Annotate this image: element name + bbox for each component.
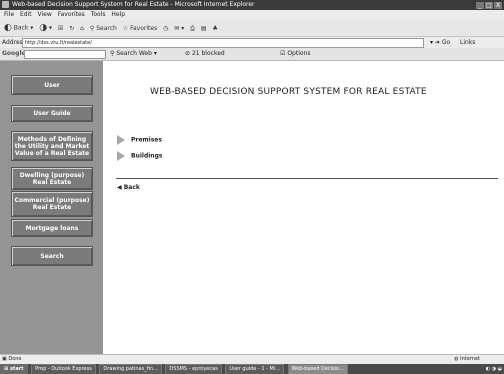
options-button[interactable]: ☑ Options <box>280 48 310 60</box>
sidebar-item-user-guide[interactable]: User Guide <box>11 105 93 122</box>
divider <box>116 178 498 179</box>
google-search-input[interactable] <box>24 50 106 59</box>
search-icon: ⚲ <box>110 50 115 57</box>
taskbar-item-drawing[interactable]: Drawing patinas_fin... <box>99 364 162 374</box>
sidebar-item-search[interactable]: Search <box>11 246 93 266</box>
ie-icon <box>2 1 9 8</box>
arrow-right-icon <box>117 151 125 161</box>
arrow-right-icon <box>117 135 125 145</box>
sidebar-item-dwelling[interactable]: Dwelling (purpose) Real Estate <box>11 167 93 190</box>
back-button[interactable]: ◐ Back ▾ <box>4 20 33 37</box>
sidebar: User User Guide Methods of Defining the … <box>0 61 103 354</box>
sidebar-item-commercial[interactable]: Commercial (purpose) Real Estate <box>11 191 93 217</box>
menu-file[interactable]: File <box>4 11 14 18</box>
maximize-button[interactable]: □ <box>485 2 493 9</box>
page-icon: ▣ <box>2 356 7 362</box>
menu-edit[interactable]: Edit <box>20 11 32 18</box>
status-bar: ▣ Done ◍ Internet <box>0 354 504 364</box>
menu-tools[interactable]: Tools <box>91 11 106 18</box>
menu-help[interactable]: Help <box>111 11 125 18</box>
search-web-button[interactable]: ⚲ Search Web ▾ <box>110 48 157 60</box>
forward-button[interactable]: ◑ ▾ <box>39 20 52 37</box>
back-arrow-icon: ◀ <box>117 184 122 191</box>
menu-bar: File Edit View Favorites Tools Help <box>0 10 504 20</box>
popup-blocker-button[interactable]: ⊘ 21 blocked <box>185 48 225 60</box>
address-bar: Address http://dss.vtu.lt/realestate/ ▾ … <box>0 37 504 48</box>
go-arrow-icon: ➜ <box>434 39 440 46</box>
zone-indicator: ◍ Internet <box>454 356 480 362</box>
messenger-icon[interactable]: ♣ <box>213 21 218 37</box>
print-icon[interactable]: ⎙ <box>190 21 195 37</box>
back-link[interactable]: ◀ Back <box>117 184 140 191</box>
menu-favorites[interactable]: Favorites <box>58 11 85 18</box>
page-title: WEB-BASED DECISION SUPPORT SYSTEM FOR RE… <box>150 87 427 97</box>
links-button[interactable]: Links <box>460 37 475 48</box>
taskbar-item-web-based[interactable]: Web-based Decisio... <box>287 364 348 374</box>
close-button[interactable]: X <box>494 2 502 9</box>
window-titlebar: Web-based Decision Support System for Re… <box>0 0 504 10</box>
search-button[interactable]: ⚲ Search <box>90 21 117 37</box>
taskbar-item-outlook[interactable]: Prop - Outlook Express <box>31 364 96 374</box>
sidebar-item-methods[interactable]: Methods of Defining the Utility and Mark… <box>11 131 93 161</box>
blocked-icon: ⊘ <box>185 50 191 57</box>
window-title: Web-based Decision Support System for Re… <box>12 1 255 8</box>
edit-icon[interactable]: ▤ <box>201 21 207 37</box>
taskbar-item-user-guide[interactable]: User guide - 1 - Mi... <box>225 364 284 374</box>
standard-toolbar: ◐ Back ▾ ◑ ▾ ☒ ↻ ⌂ ⚲ Search ☆ Favorites … <box>0 20 504 37</box>
go-button[interactable]: ▾ ➜ Go <box>430 37 450 48</box>
favorites-button[interactable]: ☆ Favorites <box>123 21 157 37</box>
star-icon: ☆ <box>122 24 129 32</box>
google-toolbar: Google ⚲ Search Web ▾ ⊘ 21 blocked ☑ Opt… <box>0 48 504 61</box>
forward-arrow-icon: ◑ <box>39 23 48 33</box>
minimize-button[interactable]: _ <box>476 2 484 9</box>
globe-icon: ◍ <box>454 356 459 362</box>
sidebar-item-user[interactable]: User <box>11 75 93 95</box>
home-icon[interactable]: ⌂ <box>80 21 84 37</box>
buildings-link[interactable]: Buildings <box>117 151 162 161</box>
refresh-icon[interactable]: ↻ <box>69 21 74 37</box>
search-icon: ⚲ <box>89 24 95 32</box>
taskbar-item-dssms[interactable]: DSSMS - eproyecas <box>165 364 222 374</box>
tray-icons: ◐ ◑ ◒ <box>485 366 502 372</box>
taskbar: ⊞ start Prop - Outlook Express Drawing p… <box>0 364 504 374</box>
back-arrow-icon: ◐ <box>4 23 12 33</box>
menu-view[interactable]: View <box>38 11 52 18</box>
status-text: ▣ Done <box>2 356 22 362</box>
windows-logo-icon: ⊞ <box>4 366 9 372</box>
address-input[interactable]: http://dss.vtu.lt/realestate/ <box>22 38 424 48</box>
start-button[interactable]: ⊞ start <box>0 364 28 374</box>
options-icon: ☑ <box>280 50 286 57</box>
mail-icon[interactable]: ✉ ▾ <box>174 21 184 37</box>
window-controls: _ □ X <box>475 1 502 10</box>
stop-icon[interactable]: ☒ <box>58 21 63 37</box>
sidebar-item-mortgage[interactable]: Mortgage loans <box>11 219 93 237</box>
google-label[interactable]: Google <box>2 50 26 57</box>
history-icon[interactable]: ◷ <box>163 21 168 37</box>
premises-link[interactable]: Premises <box>117 135 162 145</box>
